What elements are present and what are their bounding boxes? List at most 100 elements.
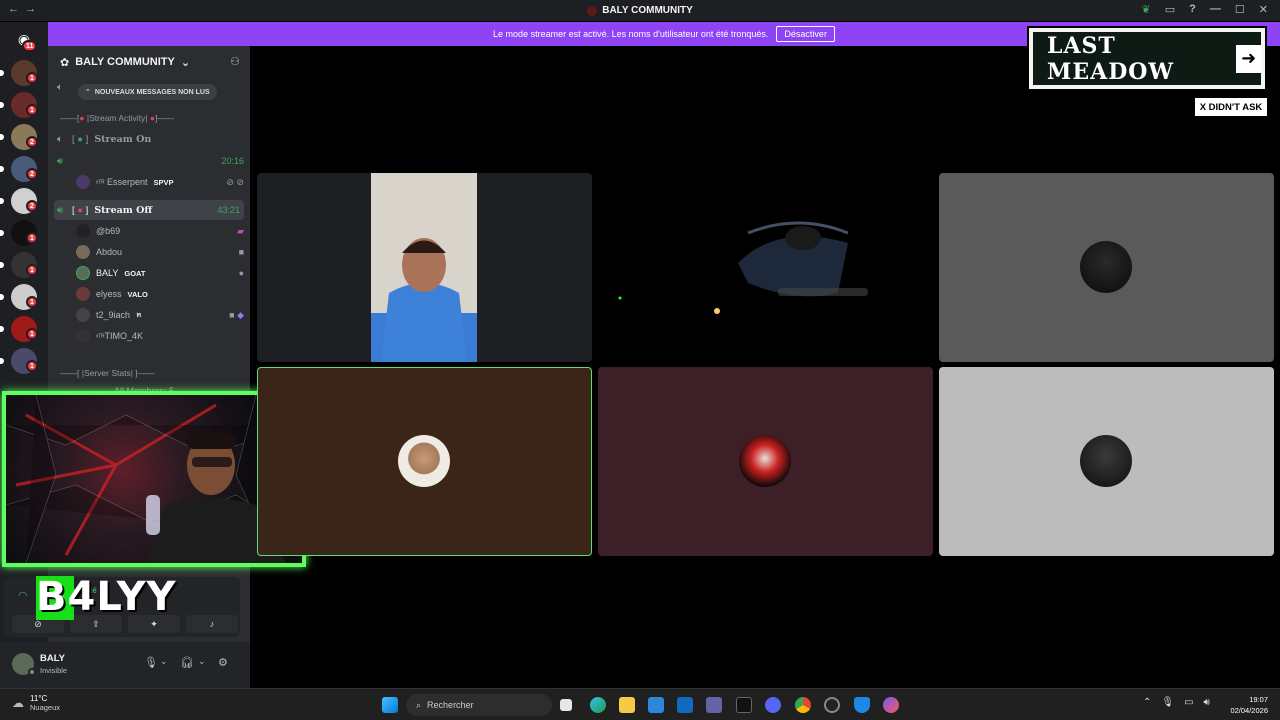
channel-stream-off[interactable]: 🔊︎ [ ● ] Stream Off 43:21 (54, 200, 244, 220)
server-badge: 1 (26, 104, 38, 116)
unread-pill (0, 262, 4, 268)
maximize-button[interactable]: ☐ (1235, 3, 1245, 16)
outlook-icon[interactable] (677, 697, 693, 713)
voice-user[interactable]: @b69 ▰ (76, 223, 244, 239)
voice-user[interactable]: t2_9iach ꪀ ■ ◆ (76, 307, 244, 323)
headphones-icon[interactable]: 🎧︎ (180, 656, 194, 669)
participant-avatar (1080, 435, 1132, 487)
server-header[interactable]: ✿ BALY COMMUNITY ⌄ ⚇ (48, 46, 250, 78)
settings-gear-icon[interactable]: ⚙ (218, 656, 228, 669)
server-name: BALY COMMUNITY (75, 56, 175, 68)
category-stream-activity[interactable]: ——[● |Stream Activity| ●]—— (60, 113, 174, 123)
muted-icon: ⊘ ⊘ (226, 176, 244, 187)
server-badge: 1 (26, 264, 38, 276)
category-server-stats[interactable]: ——[ |Server Stats| ]—— (60, 368, 155, 378)
user-name: BALY (40, 653, 65, 664)
voice-user[interactable]: BALY GOAT ● (76, 265, 244, 281)
server-badge: 2 (26, 200, 38, 212)
soundboard-button[interactable]: ♪ (186, 615, 238, 633)
speaker-icon: 🔊︎ (56, 155, 64, 167)
channel-active-voice[interactable]: 🔊︎ 20:16 (54, 153, 244, 169)
user-tag: GOAT (124, 268, 146, 278)
add-user-icon[interactable]: ⚇ (230, 55, 240, 68)
chevron-up-icon[interactable]: ⌃ (1143, 697, 1151, 708)
microphone-icon[interactable]: 🎙︎ (1161, 697, 1174, 708)
help-icon[interactable]: ? (1189, 3, 1196, 16)
edge-icon[interactable] (590, 697, 606, 713)
minimize-button[interactable]: — (1210, 3, 1221, 16)
avatar (76, 224, 90, 238)
server-badge: 1 (26, 360, 38, 372)
weather-widget[interactable]: ☁ 11°C Nuageux (12, 694, 60, 712)
brand-text: B4LYY (36, 574, 177, 620)
disable-streamer-mode-button[interactable]: Désactiver (776, 26, 835, 42)
home-badge: 11 (22, 40, 38, 52)
status-icon: ● (238, 268, 244, 278)
server-badge: 1 (26, 72, 38, 84)
speaker-icon: 🔈︎ (57, 82, 63, 93)
defender-icon[interactable] (854, 697, 870, 713)
video-tile-4[interactable] (257, 367, 592, 556)
chevron-down-icon: ⌄ (180, 56, 191, 69)
x-didnt-ask-label: X DIDN'T ASK (1195, 98, 1267, 116)
store-icon[interactable] (648, 697, 664, 713)
chrome-icon[interactable] (795, 697, 811, 713)
server-logo-icon (587, 5, 598, 16)
windows-start-icon[interactable] (382, 697, 398, 713)
leaf-icon[interactable]: ❦ (1142, 3, 1151, 16)
server-badge: 1 (26, 328, 38, 340)
voice-user[interactable]: ˣᵀᴿTIMO_4K (76, 328, 244, 344)
chevron-up-icon: ⌃ (85, 89, 91, 96)
user-tag: VALO (127, 289, 148, 299)
video-tile-3[interactable] (939, 173, 1274, 362)
new-messages-pill[interactable]: ⌃ NOUVEAUX MESSAGES NON LUS (78, 84, 217, 100)
system-tray[interactable]: ⌃ 🎙︎ ▭ 🔊︎ (1143, 697, 1210, 708)
video-tile-2[interactable] (598, 173, 933, 362)
clock[interactable]: 19:07 02/04/2026 (1230, 694, 1268, 716)
unread-pill (0, 326, 4, 332)
app-icon[interactable] (883, 697, 899, 713)
window-controls[interactable]: ❦ ▭ ? — ☐ ✕ (1142, 3, 1268, 16)
signal-icon: ◠ (18, 590, 28, 602)
participant-avatar (398, 435, 450, 487)
server-icon: ✿ (60, 56, 70, 69)
avatar (76, 308, 90, 322)
voice-user[interactable]: elyess VALO (76, 286, 244, 302)
camera-icon: ■ ◆ (229, 309, 244, 320)
nav-arrows[interactable]: ←→ (8, 3, 42, 15)
capcut-icon[interactable] (736, 697, 752, 713)
window-title: BALY COMMUNITY (587, 5, 693, 16)
voice-user-esserpent[interactable]: ˣᵀᴿ Esserpent SPVP ⊘ ⊘ (76, 174, 244, 190)
volume-icon[interactable]: 🔊︎ (1204, 697, 1210, 708)
video-tile-1[interactable] (257, 173, 592, 362)
participant-video (371, 173, 477, 362)
unread-pill (0, 70, 4, 76)
teams-icon[interactable] (706, 697, 722, 713)
unread-pill (0, 198, 4, 204)
chevron-down-icon[interactable]: ⌄ (198, 656, 206, 667)
taskbar-search[interactable]: ⌕ Rechercher (406, 694, 552, 716)
video-tile-5[interactable] (598, 367, 933, 556)
avatar (76, 266, 90, 280)
participant-avatar (1080, 241, 1132, 293)
server-badge: 2 (26, 168, 38, 180)
microphone-icon[interactable]: 🎙︎ (144, 656, 158, 669)
user-tag: ꪀ (136, 310, 142, 319)
last-meadow-title: LAST MEADOW (1047, 32, 1175, 85)
avatar (76, 175, 90, 189)
channel-stream-on[interactable]: 🔈︎ [ ● ] Stream On (54, 130, 244, 148)
server-badge: 2 (26, 136, 38, 148)
discord-taskbar-icon[interactable] (765, 697, 781, 713)
task-view-icon[interactable] (560, 699, 572, 711)
chevron-down-icon[interactable]: ⌄ (160, 656, 168, 667)
obs-icon[interactable] (824, 697, 840, 713)
network-icon[interactable]: ▭ (1184, 697, 1193, 708)
file-explorer-icon[interactable] (619, 697, 635, 713)
close-button[interactable]: ✕ (1259, 3, 1268, 16)
video-tile-6[interactable] (939, 367, 1274, 556)
inbox-icon[interactable]: ▭ (1165, 3, 1175, 16)
voice-user[interactable]: Abdou ■ (76, 244, 244, 260)
speaker-muted-icon: 🔈︎ (57, 133, 63, 145)
participant-video (618, 221, 868, 314)
user-tag: SPVP (153, 177, 174, 187)
